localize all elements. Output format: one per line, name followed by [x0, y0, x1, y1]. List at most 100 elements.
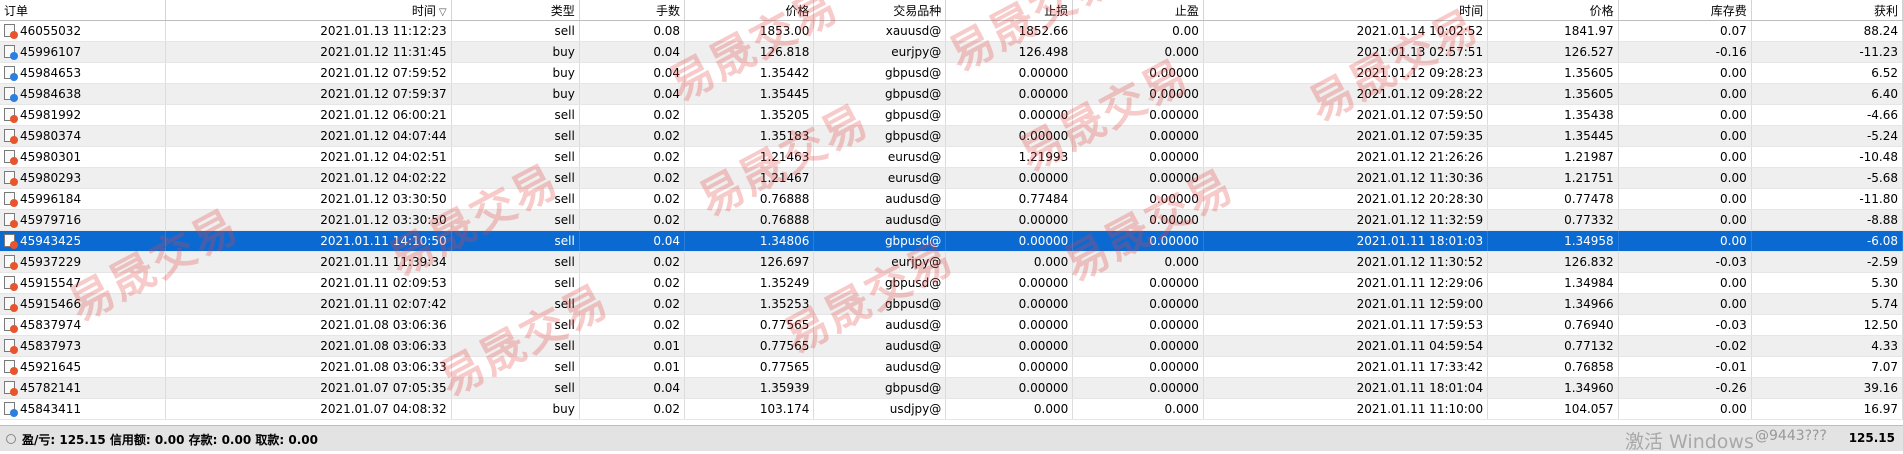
table-row[interactable]: 45843411 2021.01.07 04:08:32 buy 0.02 103.17…: [0, 398, 1903, 420]
table-row[interactable]: 45943425 2021.01.11 14:10:50 sell 0.04 1.348…: [0, 230, 1903, 252]
cell-take-profit: 0.00000: [1072, 125, 1204, 147]
table-row[interactable]: 45937229 2021.01.11 11:39:34 sell 0.02 126.6…: [0, 251, 1903, 273]
order-value: 45921645: [20, 360, 82, 374]
table-row[interactable]: 45980301 2021.01.12 04:02:51 sell 0.02 1.214…: [0, 146, 1903, 168]
cell-close-time: 2021.01.12 09:28:23: [1203, 62, 1489, 84]
close-price-value: 1.35605: [1564, 87, 1614, 101]
open-time-value: 2021.01.12 07:59:37: [320, 87, 447, 101]
cell-symbol: audusd@: [813, 209, 947, 231]
lots-value: 0.02: [653, 129, 681, 143]
profit-value: -5.24: [1866, 129, 1898, 143]
col-header-profit[interactable]: 获利: [1751, 0, 1903, 21]
close-price-value: 1.21987: [1564, 150, 1614, 164]
swap-value: 0.00: [1720, 213, 1747, 227]
table-row[interactable]: 45984653 2021.01.12 07:59:52 buy 0.04 1.3544…: [0, 62, 1903, 84]
close-price-value: 1.35445: [1564, 129, 1614, 143]
cell-swap: 0.00: [1618, 62, 1752, 84]
sell-order-icon: [4, 381, 18, 396]
header-row: 订单 时间 ▽ 类型 手数 价格 交易品种 止损 止盈 时间 价格 库存费 获利: [0, 0, 1903, 21]
cell-stop-loss: 126.498: [945, 41, 1074, 63]
profit-value: 39.16: [1863, 381, 1898, 395]
cell-profit: -6.08: [1751, 230, 1903, 252]
cell-profit: -5.68: [1751, 167, 1903, 189]
profit-value: -8.88: [1866, 213, 1898, 227]
col-header-type[interactable]: 类型: [451, 0, 580, 21]
profit-value: 4.33: [1871, 339, 1898, 353]
table-row[interactable]: 45782141 2021.01.07 07:05:35 sell 0.04 1.359…: [0, 377, 1903, 399]
cell-profit: 6.52: [1751, 62, 1903, 84]
close-price-value: 1.34984: [1564, 276, 1614, 290]
cell-open-time: 2021.01.08 03:06:33: [165, 356, 452, 378]
type-value: buy: [552, 87, 575, 101]
header-label: 时间: [1459, 3, 1484, 18]
col-header-take-profit[interactable]: 止盈: [1072, 0, 1204, 21]
col-header-open-time[interactable]: 时间 ▽: [165, 0, 452, 21]
cell-close-time: 2021.01.11 18:01:03: [1203, 230, 1489, 252]
lots-value: 0.04: [653, 45, 681, 59]
col-header-lots[interactable]: 手数: [579, 0, 686, 21]
cell-close-price: 1841.97: [1487, 20, 1619, 42]
table-row[interactable]: 45996107 2021.01.12 11:31:45 buy 0.04 126.81…: [0, 41, 1903, 63]
cell-open-price: 1.35205: [684, 104, 815, 126]
activate-windows-notice: 激活 Windows: [1625, 431, 1754, 453]
cell-open-price: 1.35445: [684, 83, 815, 105]
cell-close-time: 2021.01.11 18:01:04: [1203, 377, 1489, 399]
symbol-value: gbpusd@: [884, 108, 942, 122]
stop-loss-value: 0.00000: [1018, 66, 1069, 80]
sell-order-icon: [4, 192, 18, 207]
table-row[interactable]: 45915466 2021.01.11 02:07:42 sell 0.02 1.352…: [0, 293, 1903, 315]
table-row[interactable]: 45984638 2021.01.12 07:59:37 buy 0.04 1.3544…: [0, 83, 1903, 105]
type-value: sell: [554, 24, 575, 38]
cell-stop-loss: 0.00000: [945, 356, 1074, 378]
col-header-close-price[interactable]: 价格: [1487, 0, 1619, 21]
table-row[interactable]: 45837973 2021.01.08 03:06:33 sell 0.01 0.775…: [0, 335, 1903, 357]
stop-loss-value: 1852.66: [1018, 24, 1069, 38]
cell-type: sell: [451, 188, 580, 210]
user-tag-watermark: @9443???: [1755, 428, 1827, 444]
cell-close-time: 2021.01.11 17:59:53: [1203, 314, 1489, 336]
col-header-order[interactable]: 订单: [0, 0, 167, 21]
symbol-value: gbpusd@: [884, 381, 942, 395]
cell-close-price: 1.34966: [1487, 293, 1619, 315]
col-header-stop-loss[interactable]: 止损: [945, 0, 1074, 21]
table-row[interactable]: 45979716 2021.01.12 03:30:50 sell 0.02 0.768…: [0, 209, 1903, 231]
table-row[interactable]: 45981992 2021.01.12 06:00:21 sell 0.02 1.352…: [0, 104, 1903, 126]
cell-close-time: 2021.01.12 07:59:50: [1203, 104, 1489, 126]
col-header-close-time[interactable]: 时间: [1203, 0, 1489, 21]
cell-order: 45915466: [0, 293, 167, 315]
cell-close-price: 0.77132: [1487, 335, 1619, 357]
close-time-value: 2021.01.12 11:32:59: [1356, 213, 1484, 227]
sell-order-icon: [4, 213, 18, 228]
col-header-open-price[interactable]: 价格: [684, 0, 815, 21]
table-row[interactable]: 45980293 2021.01.12 04:02:22 sell 0.02 1.214…: [0, 167, 1903, 189]
table-row[interactable]: 45996184 2021.01.12 03:30:50 sell 0.02 0.768…: [0, 188, 1903, 210]
open-time-value: 2021.01.11 02:09:53: [320, 276, 447, 290]
cell-take-profit: 0.00000: [1072, 272, 1204, 294]
table-row[interactable]: 45921645 2021.01.08 03:06:33 sell 0.01 0.775…: [0, 356, 1903, 378]
cell-close-price: 1.34958: [1487, 230, 1619, 252]
swap-value: -0.03: [1715, 255, 1747, 269]
cell-stop-loss: 0.00000: [945, 104, 1074, 126]
stop-loss-value: 0.00000: [1018, 87, 1069, 101]
table-row[interactable]: 45837974 2021.01.08 03:06:36 sell 0.02 0.775…: [0, 314, 1903, 336]
table-row[interactable]: 45915547 2021.01.11 02:09:53 sell 0.02 1.352…: [0, 272, 1903, 294]
cell-lots: 0.02: [579, 167, 686, 189]
col-header-swap[interactable]: 库存费: [1618, 0, 1752, 21]
cell-close-price: 0.77478: [1487, 188, 1619, 210]
sell-order-icon: [4, 234, 18, 249]
lots-value: 0.02: [653, 402, 681, 416]
order-value: 45984638: [20, 87, 82, 101]
table-row[interactable]: 45980374 2021.01.12 04:07:44 sell 0.02 1.351…: [0, 125, 1903, 147]
col-header-symbol[interactable]: 交易品种: [813, 0, 947, 21]
open-price-value: 0.76888: [759, 192, 810, 206]
open-price-value: 1.35249: [759, 276, 810, 290]
cell-close-price: 0.76858: [1487, 356, 1619, 378]
table-row[interactable]: 46055032 2021.01.13 11:12:23 sell 0.08 1853.…: [0, 20, 1903, 42]
cell-close-time: 2021.01.11 17:33:42: [1203, 356, 1489, 378]
cell-open-price: 1.21467: [684, 167, 815, 189]
close-price-value: 0.76940: [1564, 318, 1614, 332]
status-summary-text: 盈/亏: 125.15 信用额: 0.00 存款: 0.00 取款: 0.00: [22, 433, 318, 447]
cell-lots: 0.04: [579, 377, 686, 399]
cell-close-time: 2021.01.11 11:10:00: [1203, 398, 1489, 420]
order-value: 45980374: [20, 129, 82, 143]
